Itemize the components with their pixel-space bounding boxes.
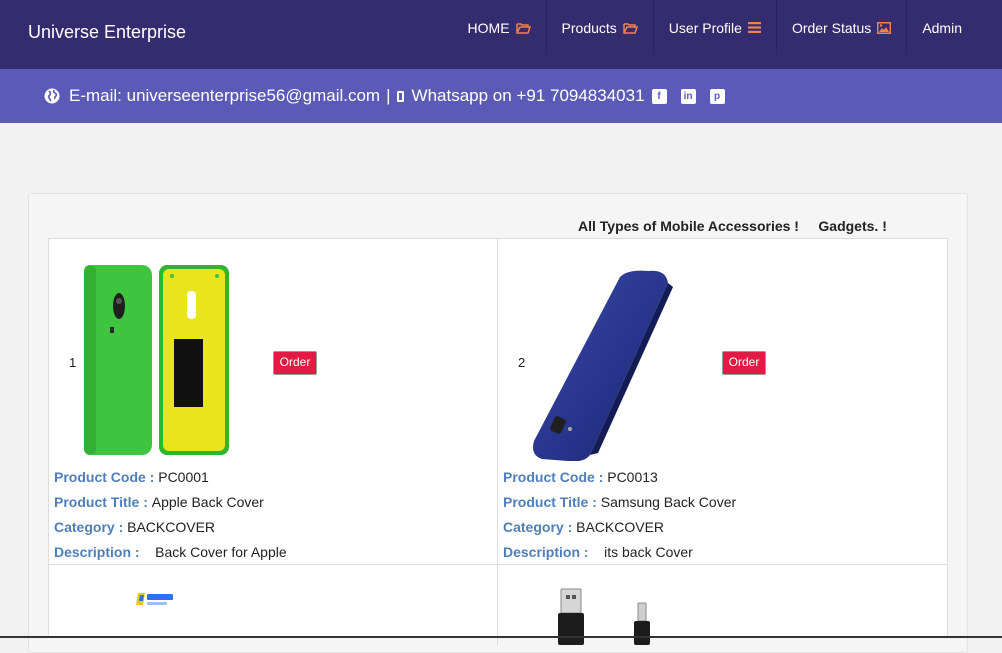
nav-products[interactable]: Products [545,0,653,55]
brand-title[interactable]: Universe Enterprise [28,22,186,43]
product-card [49,565,498,645]
product-description-label: Description : [503,544,605,560]
product-category-value: BACKCOVER [127,519,216,535]
product-description-value: its back Cover [604,544,693,560]
product-category-field: Category : BACKCOVER [54,519,215,535]
mobile-phone-icon [396,90,404,102]
nav-home-label: HOME [467,19,510,36]
flipkart-logo-image[interactable] [135,589,175,611]
main-nav: HOME Products User Profile Order Status … [453,0,1002,55]
product-description-field: Description : its back Cover [503,544,693,560]
image-icon [877,21,892,34]
product-code-field: Product Code : PC0001 [54,469,209,485]
facebook-icon[interactable]: f [651,88,667,104]
nav-home[interactable]: HOME [453,0,546,55]
product-description-value: Back Cover for Apple [155,544,287,560]
contact-bar: E-mail: universeenterprise56@gmail.com |… [0,69,1002,123]
product-category-value: BACKCOVER [576,519,665,535]
product-card: 1 Order Product Code : PC0001 Product Ti… [49,239,498,565]
folder-open-icon [515,22,531,34]
product-title-label: Product Title : [503,494,601,510]
product-title-field: Product Title : Samsung Back Cover [503,494,736,510]
product-code-value: PC0001 [158,469,209,485]
product-index: 2 [518,355,526,370]
tagline: All Types of Mobile Accessories ! Gadget… [578,218,887,234]
order-button[interactable]: Order [722,351,766,375]
nav-user-profile-label: User Profile [668,19,742,36]
products-grid: 1 Order Product Code : PC0001 Product Ti… [48,238,948,645]
pinterest-icon[interactable]: p [709,88,725,104]
nav-admin-label: Admin [922,19,962,36]
product-code-label: Product Code : [503,469,608,485]
product-code-field: Product Code : PC0013 [503,469,658,485]
blue-phone-back-cover[interactable] [528,269,678,461]
product-description-field: Description : Back Cover for Apple [54,544,287,560]
linkedin-icon[interactable]: in [680,88,696,104]
menu-icon [747,22,761,33]
globe-icon [44,88,60,104]
folder-open-icon [623,22,638,34]
nav-admin[interactable]: Admin [906,0,1002,55]
product-card [498,565,947,645]
green-yellow-phone-back-cover[interactable] [79,261,233,457]
contact-separator: | [386,86,391,105]
nav-products-label: Products [561,19,617,36]
product-card: 2 Order Product Code : PC0013 Product Ti… [498,239,947,565]
product-code-value: PC0013 [607,469,658,485]
product-title-field: Product Title : Apple Back Cover [54,494,264,510]
nav-user-profile[interactable]: User Profile [652,0,776,55]
nav-order-status[interactable]: Order Status [775,0,906,55]
product-description-label: Description : [54,544,156,560]
product-category-label: Category : [503,519,577,535]
product-category-field: Category : BACKCOVER [503,519,664,535]
product-code-label: Product Code : [54,469,159,485]
product-title-value: Apple Back Cover [151,494,264,510]
whatsapp-text[interactable]: Whatsapp on +91 7094834031 [412,86,645,106]
top-navbar: Universe Enterprise HOME Products User P… [0,0,1002,69]
product-index: 1 [69,355,77,370]
product-title-label: Product Title : [54,494,152,510]
product-title-value: Samsung Back Cover [600,494,737,510]
product-category-label: Category : [54,519,128,535]
order-button[interactable]: Order [273,351,317,375]
email-text[interactable]: E-mail: universeenterprise56@gmail.com [69,86,380,106]
nav-order-status-label: Order Status [791,19,872,36]
